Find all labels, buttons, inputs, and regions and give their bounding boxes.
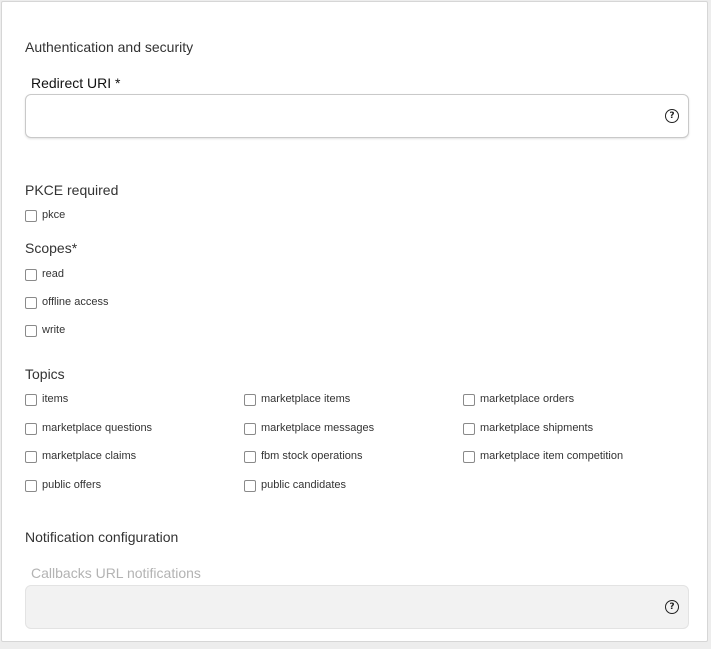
checkbox-box[interactable] (244, 450, 256, 463)
redirect-uri-input[interactable] (36, 95, 660, 139)
topic-checkbox-label: marketplace items (261, 393, 351, 405)
checkbox-box[interactable] (25, 324, 37, 337)
checkbox-box[interactable] (244, 422, 256, 435)
checkbox-box[interactable] (463, 450, 475, 463)
pkce-checkbox[interactable]: pkce (25, 209, 65, 222)
topic-checkbox-label: marketplace item competition (480, 450, 624, 462)
topic-checkbox-label: marketplace shipments (480, 422, 594, 434)
topic-checkbox-label: marketplace claims (42, 450, 137, 462)
app-settings-card: Authentication and security Redirect URI… (1, 1, 708, 642)
topic-checkbox-label: fbm stock operations (261, 450, 363, 462)
topic-checkbox-label: public offers (42, 479, 102, 491)
callbacks-url-field: ? (25, 585, 689, 630)
topic-checkbox[interactable]: marketplace claims (25, 450, 136, 463)
topic-checkbox-label: marketplace orders (480, 393, 575, 405)
topic-checkbox[interactable]: marketplace shipments (463, 422, 593, 435)
notification-section-title: Notification configuration (25, 529, 179, 545)
checkbox-box[interactable] (25, 296, 37, 309)
scope-checkbox-write[interactable]: write (25, 324, 65, 337)
pkce-section-title: PKCE required (25, 182, 119, 198)
topic-checkbox[interactable]: marketplace orders (463, 393, 574, 406)
topic-checkbox[interactable]: items (25, 393, 68, 406)
scope-checkbox-label: offline access (42, 296, 109, 308)
checkbox-box[interactable] (244, 393, 256, 406)
topic-checkbox-label: items (42, 393, 69, 405)
checkbox-box[interactable] (463, 422, 475, 435)
topic-checkbox[interactable]: marketplace items (244, 393, 350, 406)
scope-checkbox-label: write (42, 324, 66, 336)
topic-checkbox-label: public candidates (261, 479, 347, 491)
topic-checkbox-label: marketplace messages (261, 422, 375, 434)
scope-checkbox-read[interactable]: read (25, 268, 64, 281)
topic-checkbox[interactable]: marketplace questions (25, 422, 152, 435)
question-circle-icon[interactable]: ? (665, 600, 679, 614)
callbacks-url-label: Callbacks URL notifications (31, 565, 201, 581)
checkbox-box[interactable] (463, 393, 475, 406)
checkbox-box[interactable] (244, 479, 256, 492)
checkbox-box[interactable] (25, 450, 37, 463)
callbacks-url-input (36, 586, 660, 630)
scope-checkbox-label: read (42, 268, 65, 280)
scopes-section-title: Scopes* (25, 240, 78, 256)
topic-checkbox[interactable]: public offers (25, 479, 101, 492)
topics-section-title: Topics (25, 366, 65, 382)
redirect-uri-label: Redirect URI * (31, 75, 121, 91)
auth-section-title: Authentication and security (25, 39, 194, 55)
checkbox-box[interactable] (25, 209, 37, 222)
checkbox-box[interactable] (25, 422, 37, 435)
question-circle-icon[interactable]: ? (665, 109, 679, 123)
pkce-checkbox-label: pkce (42, 209, 66, 221)
redirect-uri-field[interactable]: ? (25, 94, 689, 139)
topic-checkbox[interactable]: public candidates (244, 479, 346, 492)
topic-checkbox-label: marketplace questions (42, 422, 153, 434)
checkbox-box[interactable] (25, 268, 37, 281)
topic-checkbox[interactable]: marketplace item competition (463, 450, 623, 463)
scope-checkbox-offline-access[interactable]: offline access (25, 296, 108, 309)
checkbox-box[interactable] (25, 479, 37, 492)
topic-checkbox[interactable]: marketplace messages (244, 422, 374, 435)
checkbox-box[interactable] (25, 393, 37, 406)
topic-checkbox[interactable]: fbm stock operations (244, 450, 363, 463)
